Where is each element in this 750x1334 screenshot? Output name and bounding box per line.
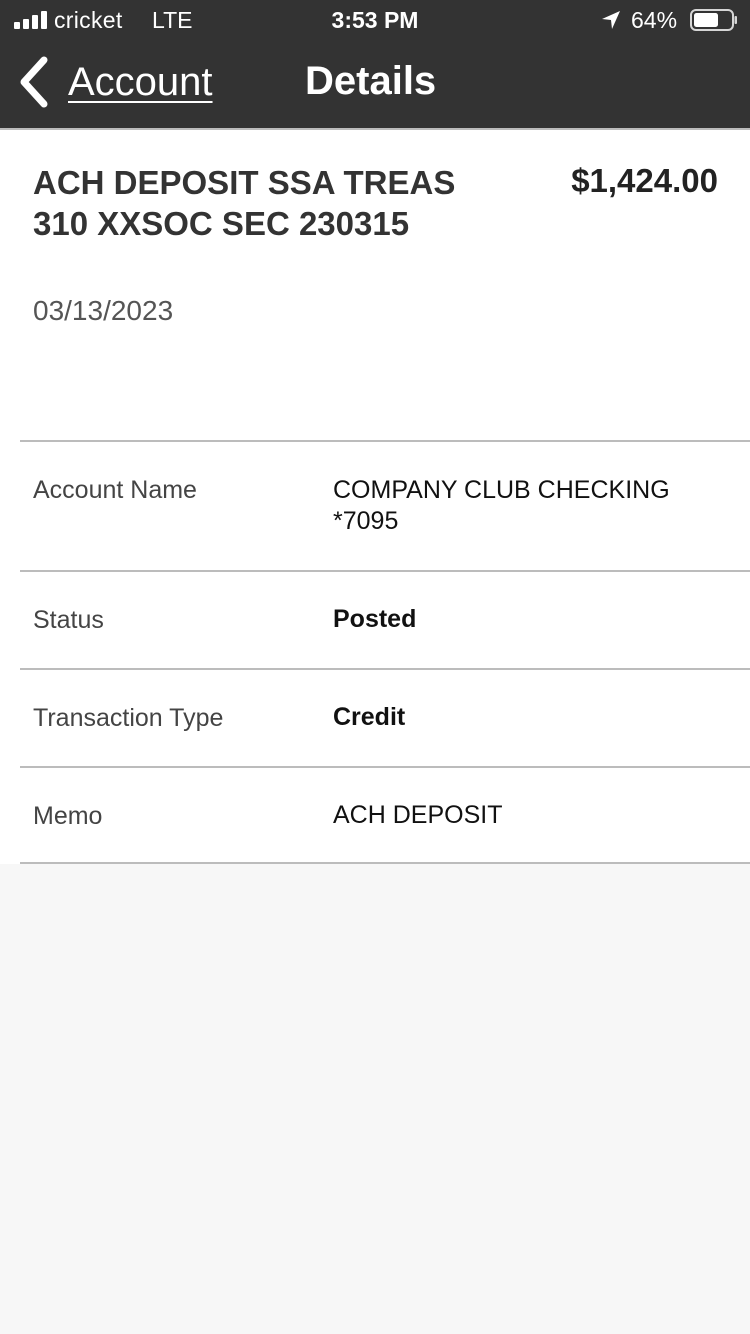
transaction-amount: $1,424.00	[571, 162, 718, 199]
transaction-details-panel: ACH DEPOSIT SSA TREAS 310 XXSOC SEC 2303…	[0, 128, 750, 864]
back-button[interactable]: Account	[16, 54, 213, 110]
transaction-date: 03/13/2023	[33, 295, 174, 326]
app-header: cricket LTE 3:53 PM 64% Account Details	[0, 0, 750, 128]
detail-value: Credit	[333, 703, 406, 731]
battery-icon	[690, 9, 737, 31]
detail-label: Memo	[33, 802, 103, 830]
chevron-left-icon	[20, 56, 48, 108]
detail-row-memo: Memo ACH DEPOSIT	[20, 766, 750, 864]
location-arrow-icon	[602, 11, 620, 29]
battery-percent: 64%	[631, 7, 678, 33]
detail-value: ACH DEPOSIT	[333, 801, 503, 829]
detail-list: Account Name COMPANY CLUB CHECKING *7095…	[20, 440, 750, 864]
page-title: Details	[305, 59, 437, 103]
detail-value: Posted	[333, 605, 417, 633]
back-button-label: Account	[68, 60, 213, 104]
detail-value: COMPANY CLUB CHECKING *7095	[333, 476, 670, 535]
transaction-description: ACH DEPOSIT SSA TREAS 310 XXSOC SEC 2303…	[33, 164, 456, 242]
detail-label: Transaction Type	[33, 704, 224, 732]
status-bar: cricket LTE 3:53 PM 64%	[0, 0, 750, 40]
detail-label: Status	[33, 606, 104, 634]
detail-row-account-name: Account Name COMPANY CLUB CHECKING *7095	[20, 440, 750, 570]
detail-row-transaction-type: Transaction Type Credit	[20, 668, 750, 766]
detail-row-status: Status Posted	[20, 570, 750, 668]
detail-label: Account Name	[33, 476, 197, 504]
